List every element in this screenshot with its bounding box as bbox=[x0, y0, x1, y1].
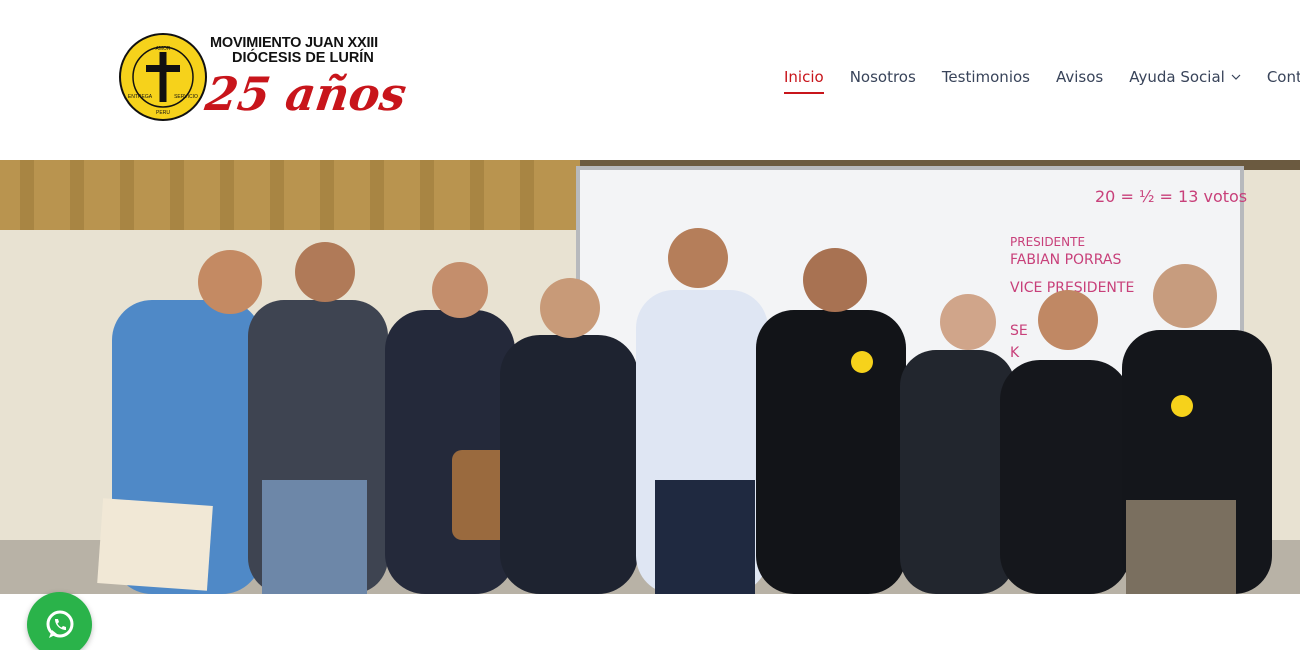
nav-item-inicio[interactable]: Inicio bbox=[784, 66, 824, 94]
whiteboard-line: SE bbox=[1010, 323, 1028, 339]
nav-item-avisos[interactable]: Avisos bbox=[1056, 66, 1103, 88]
seal-word-top: AMOR bbox=[156, 46, 171, 52]
nav-label: Nosotros bbox=[849, 68, 916, 86]
site-logo[interactable]: AMOR ENTREGA SERVICIO PERU MOVIMIENTO JU… bbox=[118, 32, 410, 128]
nav-item-contacto[interactable]: Conta bbox=[1267, 66, 1300, 88]
seal-word-bottom: PERU bbox=[156, 110, 170, 116]
whiteboard-line: FABIAN PORRAS bbox=[1010, 252, 1122, 268]
nav-label: Conta bbox=[1266, 68, 1300, 86]
whiteboard-line: PRESIDENTE bbox=[1010, 235, 1085, 249]
nav-item-ayuda-social[interactable]: Ayuda Social bbox=[1129, 66, 1241, 88]
group-photo: 20 = ½ = 13 votos PRESIDENTE FABIAN PORR… bbox=[0, 160, 1300, 594]
seal-word-left: ENTREGA bbox=[128, 94, 153, 100]
nav-label: Inicio bbox=[784, 68, 824, 86]
site-header: AMOR ENTREGA SERVICIO PERU MOVIMIENTO JU… bbox=[0, 0, 1300, 160]
whiteboard-line: K bbox=[1010, 345, 1020, 361]
whatsapp-button[interactable] bbox=[27, 592, 92, 650]
chevron-down-icon bbox=[1231, 74, 1241, 80]
nav-label: Ayuda Social bbox=[1129, 68, 1225, 86]
whatsapp-icon bbox=[46, 610, 73, 638]
nav-label: Testimonios bbox=[941, 68, 1030, 86]
cross-seal-icon: AMOR ENTREGA SERVICIO PERU bbox=[119, 33, 207, 121]
nav-label: Avisos bbox=[1055, 68, 1104, 86]
nav-item-testimonios[interactable]: Testimonios bbox=[942, 66, 1030, 88]
seal-word-right: SERVICIO bbox=[174, 94, 198, 100]
hero-photo: 20 = ½ = 13 votos PRESIDENTE FABIAN PORR… bbox=[0, 160, 1300, 594]
whiteboard-votes: 20 = ½ = 13 votos bbox=[1095, 187, 1247, 206]
nav-item-nosotros[interactable]: Nosotros bbox=[850, 66, 916, 88]
logo-title: MOVIMIENTO JUAN XXIII bbox=[210, 35, 378, 51]
main-navigation: Inicio Nosotros Testimonios Avisos Ayuda… bbox=[784, 66, 1300, 96]
logo-anniversary: 25 años bbox=[202, 67, 410, 121]
